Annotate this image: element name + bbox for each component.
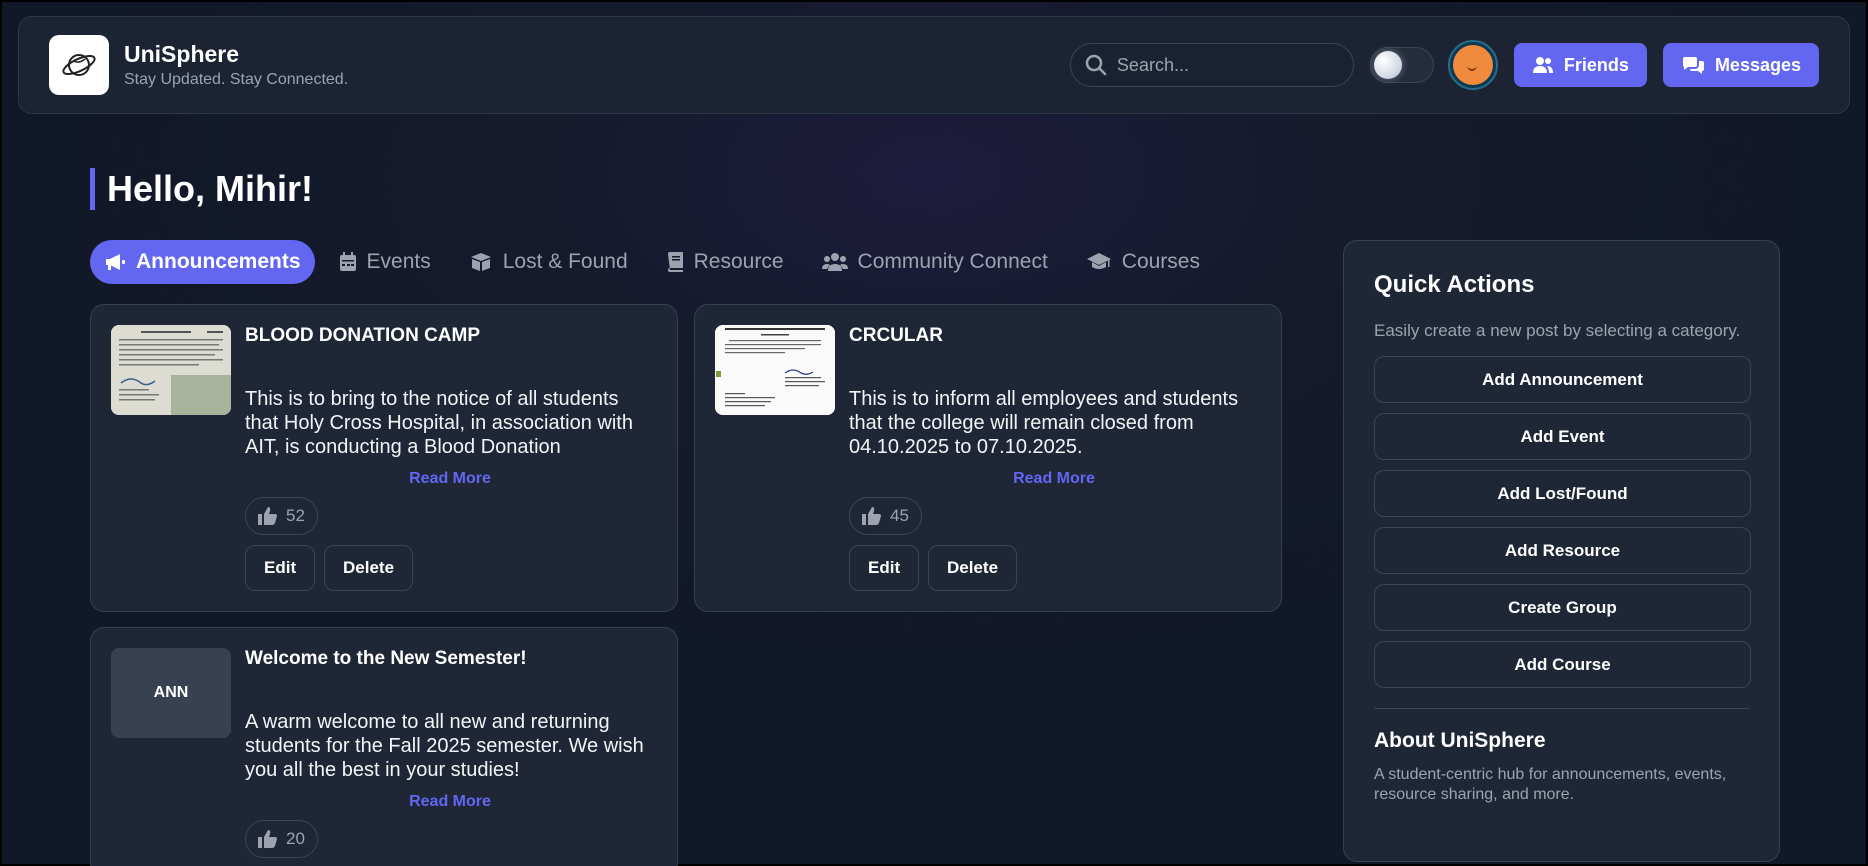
like-count: 45 xyxy=(890,506,909,525)
brand: UniSphere Stay Updated. Stay Connected. xyxy=(124,41,348,89)
tab-lost-found[interactable]: Lost & Found xyxy=(455,240,642,284)
messages-button[interactable]: Messages xyxy=(1662,43,1819,87)
quick-actions-panel: Quick Actions Easily create a new post b… xyxy=(1343,240,1780,862)
category-tabs: Announcements Events Lost & Found Resour… xyxy=(90,240,1224,284)
post-thumbnail[interactable] xyxy=(715,325,835,415)
tab-courses[interactable]: Courses xyxy=(1072,240,1214,284)
post-title: BLOOD DONATION CAMP xyxy=(245,325,481,346)
read-more-link[interactable]: Read More xyxy=(245,470,655,488)
divider xyxy=(1374,708,1749,709)
toggle-knob xyxy=(1373,51,1402,79)
tab-community-connect[interactable]: Community Connect xyxy=(808,240,1062,284)
tab-label: Lost & Found xyxy=(502,250,628,273)
quick-actions-subtitle: Easily create a new post by selecting a … xyxy=(1374,321,1741,340)
like-button[interactable]: 52 xyxy=(245,497,318,535)
post-title: CRCULAR xyxy=(849,325,943,346)
post-body: A warm welcome to all new and returning … xyxy=(245,711,644,781)
add-course-button[interactable]: Add Course xyxy=(1374,641,1751,688)
delete-button[interactable]: Delete xyxy=(324,545,414,591)
delete-button[interactable]: Delete xyxy=(928,545,1018,591)
top-header: UniSphere Stay Updated. Stay Connected. … xyxy=(18,16,1850,114)
post-thumbnail[interactable] xyxy=(111,325,231,415)
tab-label: Courses xyxy=(1121,250,1200,273)
messages-label: Messages xyxy=(1714,54,1801,75)
tab-events[interactable]: Events xyxy=(325,240,445,284)
search-input[interactable] xyxy=(1116,54,1337,76)
post-thumbnail[interactable]: ANN xyxy=(111,648,231,738)
tab-label: Events xyxy=(366,250,431,273)
users-icon xyxy=(821,253,848,271)
like-button[interactable]: 20 xyxy=(245,820,318,858)
like-button[interactable]: 45 xyxy=(849,497,922,535)
box-icon xyxy=(470,253,491,271)
create-group-button[interactable]: Create Group xyxy=(1374,584,1751,631)
calendar-icon xyxy=(339,252,356,271)
thumbs-up-icon xyxy=(258,830,277,848)
tab-label: Announcements xyxy=(136,250,301,273)
users-icon xyxy=(1532,57,1553,73)
theme-toggle[interactable] xyxy=(1369,47,1434,83)
post-card: BLOOD DONATION CAMP This is to bring to … xyxy=(90,304,678,612)
user-avatar[interactable] xyxy=(1447,40,1498,90)
quick-actions-title: Quick Actions xyxy=(1374,271,1535,298)
greeting-heading: Hello, Mihir! xyxy=(90,168,313,210)
avatar-image xyxy=(1452,45,1493,85)
tab-resource[interactable]: Resource xyxy=(652,240,798,284)
like-count: 52 xyxy=(286,506,305,525)
about-title: About UniSphere xyxy=(1374,729,1546,752)
search-icon xyxy=(1085,54,1107,76)
edit-button[interactable]: Edit xyxy=(245,545,316,591)
read-more-link[interactable]: Read More xyxy=(849,470,1259,488)
tab-label: Community Connect xyxy=(857,250,1048,273)
graduation-cap-icon xyxy=(1086,253,1111,269)
search-box[interactable] xyxy=(1069,43,1354,87)
chat-icon xyxy=(1682,57,1704,74)
tab-announcements[interactable]: Announcements xyxy=(90,240,315,284)
edit-button[interactable]: Edit xyxy=(849,545,920,591)
read-more-link[interactable]: Read More xyxy=(245,793,655,811)
friends-label: Friends xyxy=(1563,54,1629,75)
thumbs-up-icon xyxy=(258,507,277,525)
thumbs-up-icon xyxy=(862,507,881,525)
megaphone-icon xyxy=(106,254,125,270)
add-resource-button[interactable]: Add Resource xyxy=(1374,527,1751,574)
document-image xyxy=(111,325,231,415)
tab-label: Resource xyxy=(693,250,784,273)
app-logo[interactable] xyxy=(49,35,109,95)
document-image xyxy=(715,325,835,415)
about-text: A student-centric hub for announcements,… xyxy=(1374,766,1727,803)
header-actions: Friends Messages xyxy=(1069,40,1819,90)
friends-button[interactable]: Friends xyxy=(1513,43,1647,87)
app-name: UniSphere xyxy=(124,41,240,67)
like-count: 20 xyxy=(286,829,305,848)
add-lost-found-button[interactable]: Add Lost/Found xyxy=(1374,470,1751,517)
book-icon xyxy=(667,252,683,272)
post-body: This is to bring to the notice of all st… xyxy=(245,388,633,458)
app-tagline: Stay Updated. Stay Connected. xyxy=(124,71,349,88)
post-card: ANN Welcome to the New Semester! A warm … xyxy=(90,627,678,866)
post-card: CRCULAR This is to inform all employees … xyxy=(694,304,1282,612)
add-announcement-button[interactable]: Add Announcement xyxy=(1374,356,1751,403)
quick-actions-list: Add Announcement Add Event Add Lost/Foun… xyxy=(1374,356,1751,688)
add-event-button[interactable]: Add Event xyxy=(1374,413,1751,460)
post-body: This is to inform all employees and stud… xyxy=(849,388,1239,458)
post-title: Welcome to the New Semester! xyxy=(245,648,527,669)
planet-icon xyxy=(62,54,96,76)
